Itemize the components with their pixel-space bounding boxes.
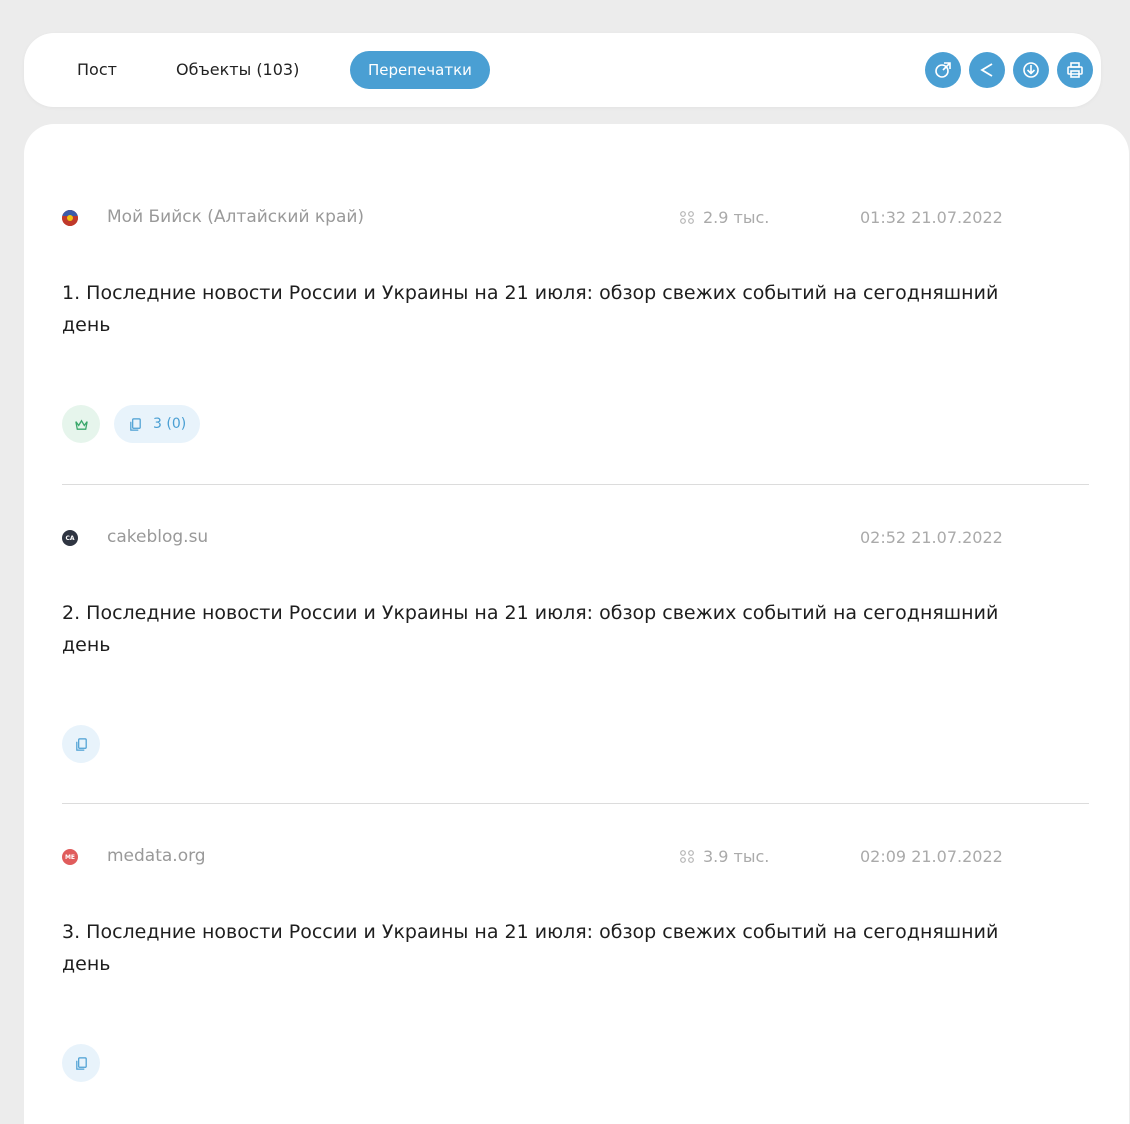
divider	[62, 803, 1089, 804]
copies-count: 3 (0)	[153, 416, 187, 432]
copy-icon	[130, 417, 141, 431]
external-link-icon	[935, 62, 951, 78]
copies-badge[interactable]: 3 (0)	[114, 405, 201, 443]
tab-objects[interactable]: Объекты (103)	[176, 51, 299, 89]
publish-date: 02:09 21.07.2022	[860, 847, 1003, 866]
audience-icon	[680, 210, 694, 224]
top-toolbar: Пост Объекты (103) Перепечатки	[24, 33, 1101, 107]
reprint-item: ME medata.org 3.9 тыс. 02:09 21.07.2022 …	[62, 833, 1089, 1082]
source-favicon-icon: ME	[62, 849, 78, 865]
copies-badge[interactable]	[62, 725, 100, 763]
source-favicon-icon: CA	[62, 530, 78, 546]
share-button[interactable]	[969, 52, 1005, 88]
tab-post[interactable]: Пост	[77, 51, 117, 89]
audience-value: 3.9 тыс.	[703, 847, 770, 866]
source-name[interactable]: Мой Бийск (Алтайский край)	[107, 207, 364, 227]
audience-icon	[680, 849, 694, 863]
favicon-label: CA	[65, 534, 75, 542]
source-favicon-icon	[62, 210, 78, 226]
tab-reprints[interactable]: Перепечатки	[350, 51, 490, 89]
item-title[interactable]: 1. Последние новости России и Украины на…	[62, 277, 1002, 341]
action-buttons	[925, 52, 1093, 88]
favicon-label: ME	[64, 853, 76, 861]
reprint-item: CA cakeblog.su 02:52 21.07.2022 2. После…	[62, 514, 1089, 763]
item-badges	[62, 725, 100, 763]
audience-value: 2.9 тыс.	[703, 208, 770, 227]
reprints-panel: Мой Бийск (Алтайский край) 2.9 тыс. 01:3…	[24, 124, 1129, 1124]
item-title[interactable]: 3. Последние новости России и Украины на…	[62, 916, 1002, 980]
item-meta: ME medata.org 3.9 тыс. 02:09 21.07.2022	[62, 833, 1089, 883]
item-meta: CA cakeblog.su 02:52 21.07.2022	[62, 514, 1089, 564]
copies-badge[interactable]	[62, 1044, 100, 1082]
publish-date: 02:52 21.07.2022	[860, 528, 1003, 547]
share-icon	[980, 63, 993, 77]
item-meta: Мой Бийск (Алтайский край) 2.9 тыс. 01:3…	[62, 194, 1089, 244]
crown-badge[interactable]	[62, 405, 100, 443]
crown-icon	[74, 418, 88, 430]
copy-icon	[75, 737, 87, 751]
copy-icon	[75, 1056, 87, 1070]
print-button[interactable]	[1057, 52, 1093, 88]
print-icon	[1067, 62, 1083, 78]
external-link-button[interactable]	[925, 52, 961, 88]
publish-date: 01:32 21.07.2022	[860, 208, 1003, 227]
item-title[interactable]: 2. Последние новости России и Украины на…	[62, 597, 1002, 661]
source-name[interactable]: medata.org	[107, 846, 206, 866]
reprint-item: Мой Бийск (Алтайский край) 2.9 тыс. 01:3…	[62, 194, 1089, 443]
item-badges: 3 (0)	[62, 405, 201, 443]
download-button[interactable]	[1013, 52, 1049, 88]
download-icon	[1023, 62, 1039, 78]
source-name[interactable]: cakeblog.su	[107, 527, 208, 547]
divider	[62, 484, 1089, 485]
item-badges	[62, 1044, 100, 1082]
audience-count: 3.9 тыс.	[677, 847, 769, 866]
audience-count: 2.9 тыс.	[677, 208, 769, 227]
